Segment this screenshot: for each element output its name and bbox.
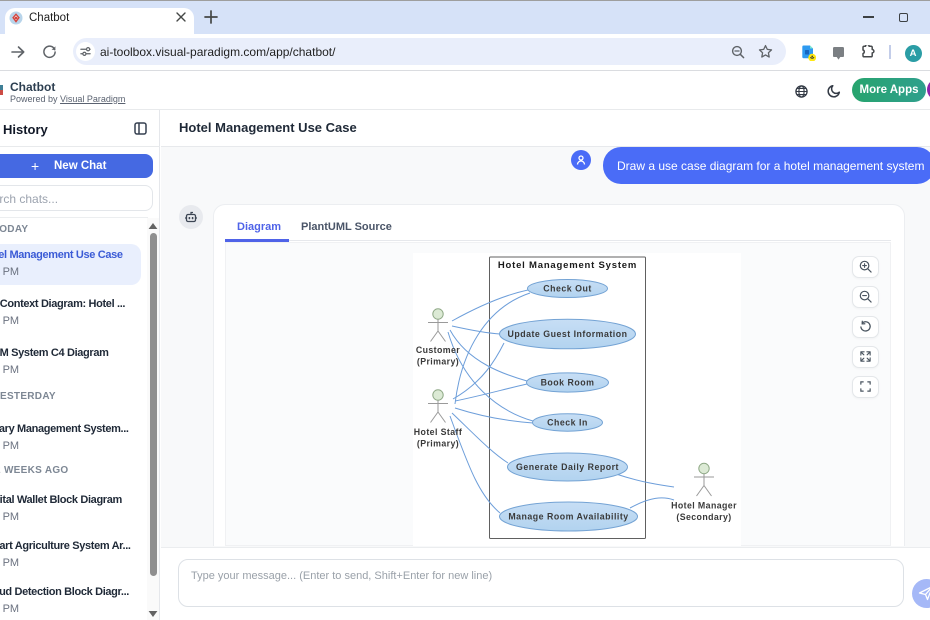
svg-text:Book Room: Book Room <box>541 378 595 388</box>
svg-text:(Secondary): (Secondary) <box>676 512 731 522</box>
svg-text:Hotel Management System: Hotel Management System <box>498 260 637 271</box>
svg-text:Hotel Manager: Hotel Manager <box>671 501 737 511</box>
svg-text:Check In: Check In <box>547 418 588 428</box>
svg-text:Update Guest Information: Update Guest Information <box>507 329 627 339</box>
svg-text:(Primary): (Primary) <box>417 439 459 449</box>
svg-text:Hotel Staff: Hotel Staff <box>414 427 462 437</box>
svg-text:Customer: Customer <box>416 345 460 355</box>
svg-text:(Primary): (Primary) <box>417 357 459 367</box>
svg-text:Generate Daily Report: Generate Daily Report <box>516 462 619 472</box>
svg-text:Check Out: Check Out <box>543 284 592 294</box>
svg-text:Manage Room Availability: Manage Room Availability <box>508 512 628 522</box>
